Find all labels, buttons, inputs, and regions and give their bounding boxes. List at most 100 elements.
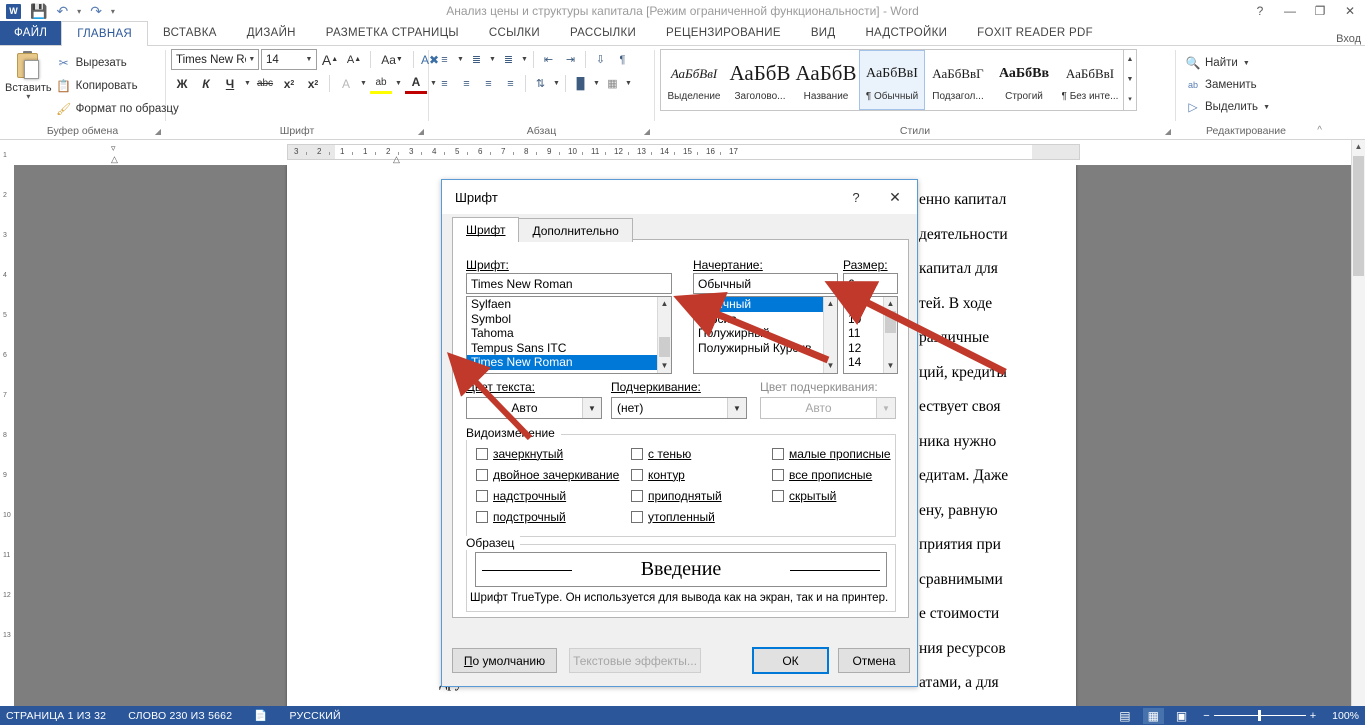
list-item-selected[interactable]: Times New Roman	[467, 355, 671, 370]
zoom-slider[interactable]: − +	[1199, 710, 1320, 722]
checkbox[interactable]	[772, 447, 784, 460]
list-item-selected[interactable]: Обычный	[694, 297, 837, 312]
tab-addins[interactable]: НАДСТРОЙКИ	[850, 21, 962, 45]
tab-references[interactable]: ССЫЛКИ	[474, 21, 555, 45]
scrollbar-thumb[interactable]	[1353, 156, 1364, 276]
scroll-up-icon[interactable]: ▲	[824, 297, 837, 311]
text-effects-button[interactable]: A	[335, 73, 357, 94]
zoom-thumb[interactable]	[1257, 710, 1261, 721]
effect-subscript[interactable]: подстрочный	[476, 506, 619, 527]
style-item-normal[interactable]: АаБбВвI ¶ Обычный	[859, 50, 925, 110]
indent-marker-icon[interactable]: △	[111, 154, 118, 165]
style-item-heading[interactable]: АаБбВ Заголово...	[727, 50, 793, 110]
effect-double-strikethrough[interactable]: двойное зачеркивание	[476, 464, 619, 485]
scrollbar-thumb[interactable]	[885, 311, 896, 333]
minimize-button[interactable]: —	[1275, 0, 1305, 22]
list-item[interactable]: Полужирный Курсив	[694, 341, 837, 356]
redo-icon[interactable]: ↷	[90, 4, 102, 18]
font-size-listbox[interactable]: 9 10 11 12 14 ▲ ▼	[843, 296, 898, 374]
read-mode-icon[interactable]: ▤	[1119, 709, 1130, 723]
cut-button[interactable]: ✂ Вырезать	[52, 52, 183, 74]
copy-button[interactable]: 📋 Копировать	[52, 75, 183, 97]
chevron-down-icon[interactable]: ▼	[624, 80, 633, 87]
scroll-up-icon[interactable]: ▲	[658, 297, 671, 311]
scroll-down-icon[interactable]: ▼	[884, 359, 897, 373]
checkbox[interactable]	[476, 468, 488, 481]
close-button[interactable]: ✕	[1335, 0, 1365, 22]
tab-stop-marker-icon[interactable]: ▿	[111, 143, 116, 154]
signin-label[interactable]: Вход	[1336, 33, 1365, 45]
style-item-emphasis[interactable]: АаБбВвI Выделение	[661, 50, 727, 110]
tab-mailings[interactable]: РАССЫЛКИ	[555, 21, 651, 45]
text-color-select[interactable]: Авто ▼	[466, 397, 602, 419]
tab-design[interactable]: ДИЗАЙН	[232, 21, 311, 45]
tab-insert[interactable]: ВСТАВКА	[148, 21, 232, 45]
horizontal-ruler[interactable]: 3 2 1 1 2 3 4 5 6 7 8 9 10 11 12 13 14 1…	[287, 144, 1080, 160]
replace-button[interactable]: ab Заменить	[1181, 74, 1275, 96]
scrollbar-thumb[interactable]	[659, 337, 670, 357]
checkbox[interactable]	[631, 489, 643, 502]
decrease-indent-icon[interactable]: ⇤	[538, 49, 559, 70]
dialog-tab-font[interactable]: Шрифт	[452, 217, 520, 242]
tab-page-layout[interactable]: РАЗМЕТКА СТРАНИЦЫ	[311, 21, 474, 45]
strikethrough-button[interactable]: abc	[254, 73, 276, 94]
list-item[interactable]: Курсив	[694, 312, 837, 327]
effect-strikethrough[interactable]: зачеркнутый	[476, 443, 619, 464]
word-count[interactable]: СЛОВО 230 ИЗ 5662	[128, 710, 232, 722]
list-item[interactable]: Tahoma	[467, 326, 671, 341]
chevron-down-icon[interactable]: ▼	[394, 80, 403, 87]
font-style-listbox[interactable]: Обычный Курсив Полужирный Полужирный Кур…	[693, 296, 838, 374]
cancel-button[interactable]: Отмена	[838, 648, 910, 673]
bullet-list-icon[interactable]: ≡	[434, 49, 455, 70]
effect-hidden[interactable]: скрытый	[772, 485, 891, 506]
chevron-down-icon[interactable]: ▼	[520, 56, 529, 63]
align-center-icon[interactable]: ≡	[456, 73, 477, 94]
list-item[interactable]: Symbol	[467, 312, 671, 327]
dialog-help-icon[interactable]: ?	[839, 190, 873, 205]
font-name-input[interactable]: Times New Roman	[466, 273, 672, 294]
bold-button[interactable]: Ж	[171, 73, 193, 94]
zoom-in-button[interactable]: +	[1306, 710, 1320, 722]
effect-outline[interactable]: контур	[631, 464, 722, 485]
shading-icon[interactable]: █	[570, 73, 591, 94]
align-right-icon[interactable]: ≡	[478, 73, 499, 94]
font-name-listbox[interactable]: Sylfaen Symbol Tahoma Tempus Sans ITC Ti…	[466, 296, 672, 374]
help-icon[interactable]: ?	[1245, 0, 1275, 22]
numbered-list-icon[interactable]: ≣	[466, 49, 487, 70]
font-list-scrollbar[interactable]: ▲ ▼	[657, 297, 671, 373]
chevron-down-icon[interactable]: ▼	[582, 398, 601, 418]
list-item[interactable]: Sylfaen	[467, 297, 671, 312]
scroll-down-icon[interactable]: ▼	[1124, 70, 1136, 90]
zoom-level[interactable]: 100%	[1332, 710, 1359, 722]
font-dialog-launcher[interactable]: ◢	[418, 125, 424, 139]
styles-scrollbar[interactable]: ▲ ▼ ▾	[1124, 49, 1137, 111]
font-size-input[interactable]: 6	[843, 273, 898, 294]
chevron-down-icon[interactable]: ▼	[592, 80, 601, 87]
language-indicator[interactable]: РУССКИЙ	[290, 710, 341, 722]
styles-dialog-launcher[interactable]: ◢	[1165, 125, 1171, 139]
styles-more-icon[interactable]: ▾	[1124, 90, 1136, 110]
justify-icon[interactable]: ≡	[500, 73, 521, 94]
find-button[interactable]: 🔍 Найти ▼	[1181, 52, 1275, 74]
underline-button[interactable]: Ч	[219, 73, 241, 94]
list-item[interactable]: Tempus Sans ITC	[467, 341, 671, 356]
scroll-down-icon[interactable]: ▼	[658, 359, 671, 373]
increase-indent-icon[interactable]: ⇥	[560, 49, 581, 70]
shrink-font-button[interactable]: A ▲	[343, 49, 365, 70]
chevron-down-icon[interactable]: ▼	[302, 56, 316, 63]
chevron-down-icon[interactable]: ▼	[456, 56, 465, 63]
chevron-down-icon[interactable]: ▼	[488, 56, 497, 63]
effect-emboss[interactable]: приподнятый	[631, 485, 722, 506]
style-item-subtitle[interactable]: АаБбВвГ Подзагол...	[925, 50, 991, 110]
sort-icon[interactable]: ⇩	[590, 49, 611, 70]
grow-font-button[interactable]: A ▲	[319, 49, 341, 70]
checkbox[interactable]	[631, 510, 643, 523]
effect-engrave[interactable]: утопленный	[631, 506, 722, 527]
chevron-down-icon[interactable]: ▼	[246, 56, 258, 63]
style-item-strong[interactable]: АаБбВв Строгий	[991, 50, 1057, 110]
tab-home[interactable]: ГЛАВНАЯ	[61, 21, 149, 46]
page-indicator[interactable]: СТРАНИЦА 1 ИЗ 32	[6, 710, 106, 722]
chevron-down-icon[interactable]: ▼	[359, 80, 368, 87]
proofing-icon[interactable]: 📄	[254, 709, 267, 722]
chevron-down-icon[interactable]: ▼	[1262, 104, 1271, 111]
